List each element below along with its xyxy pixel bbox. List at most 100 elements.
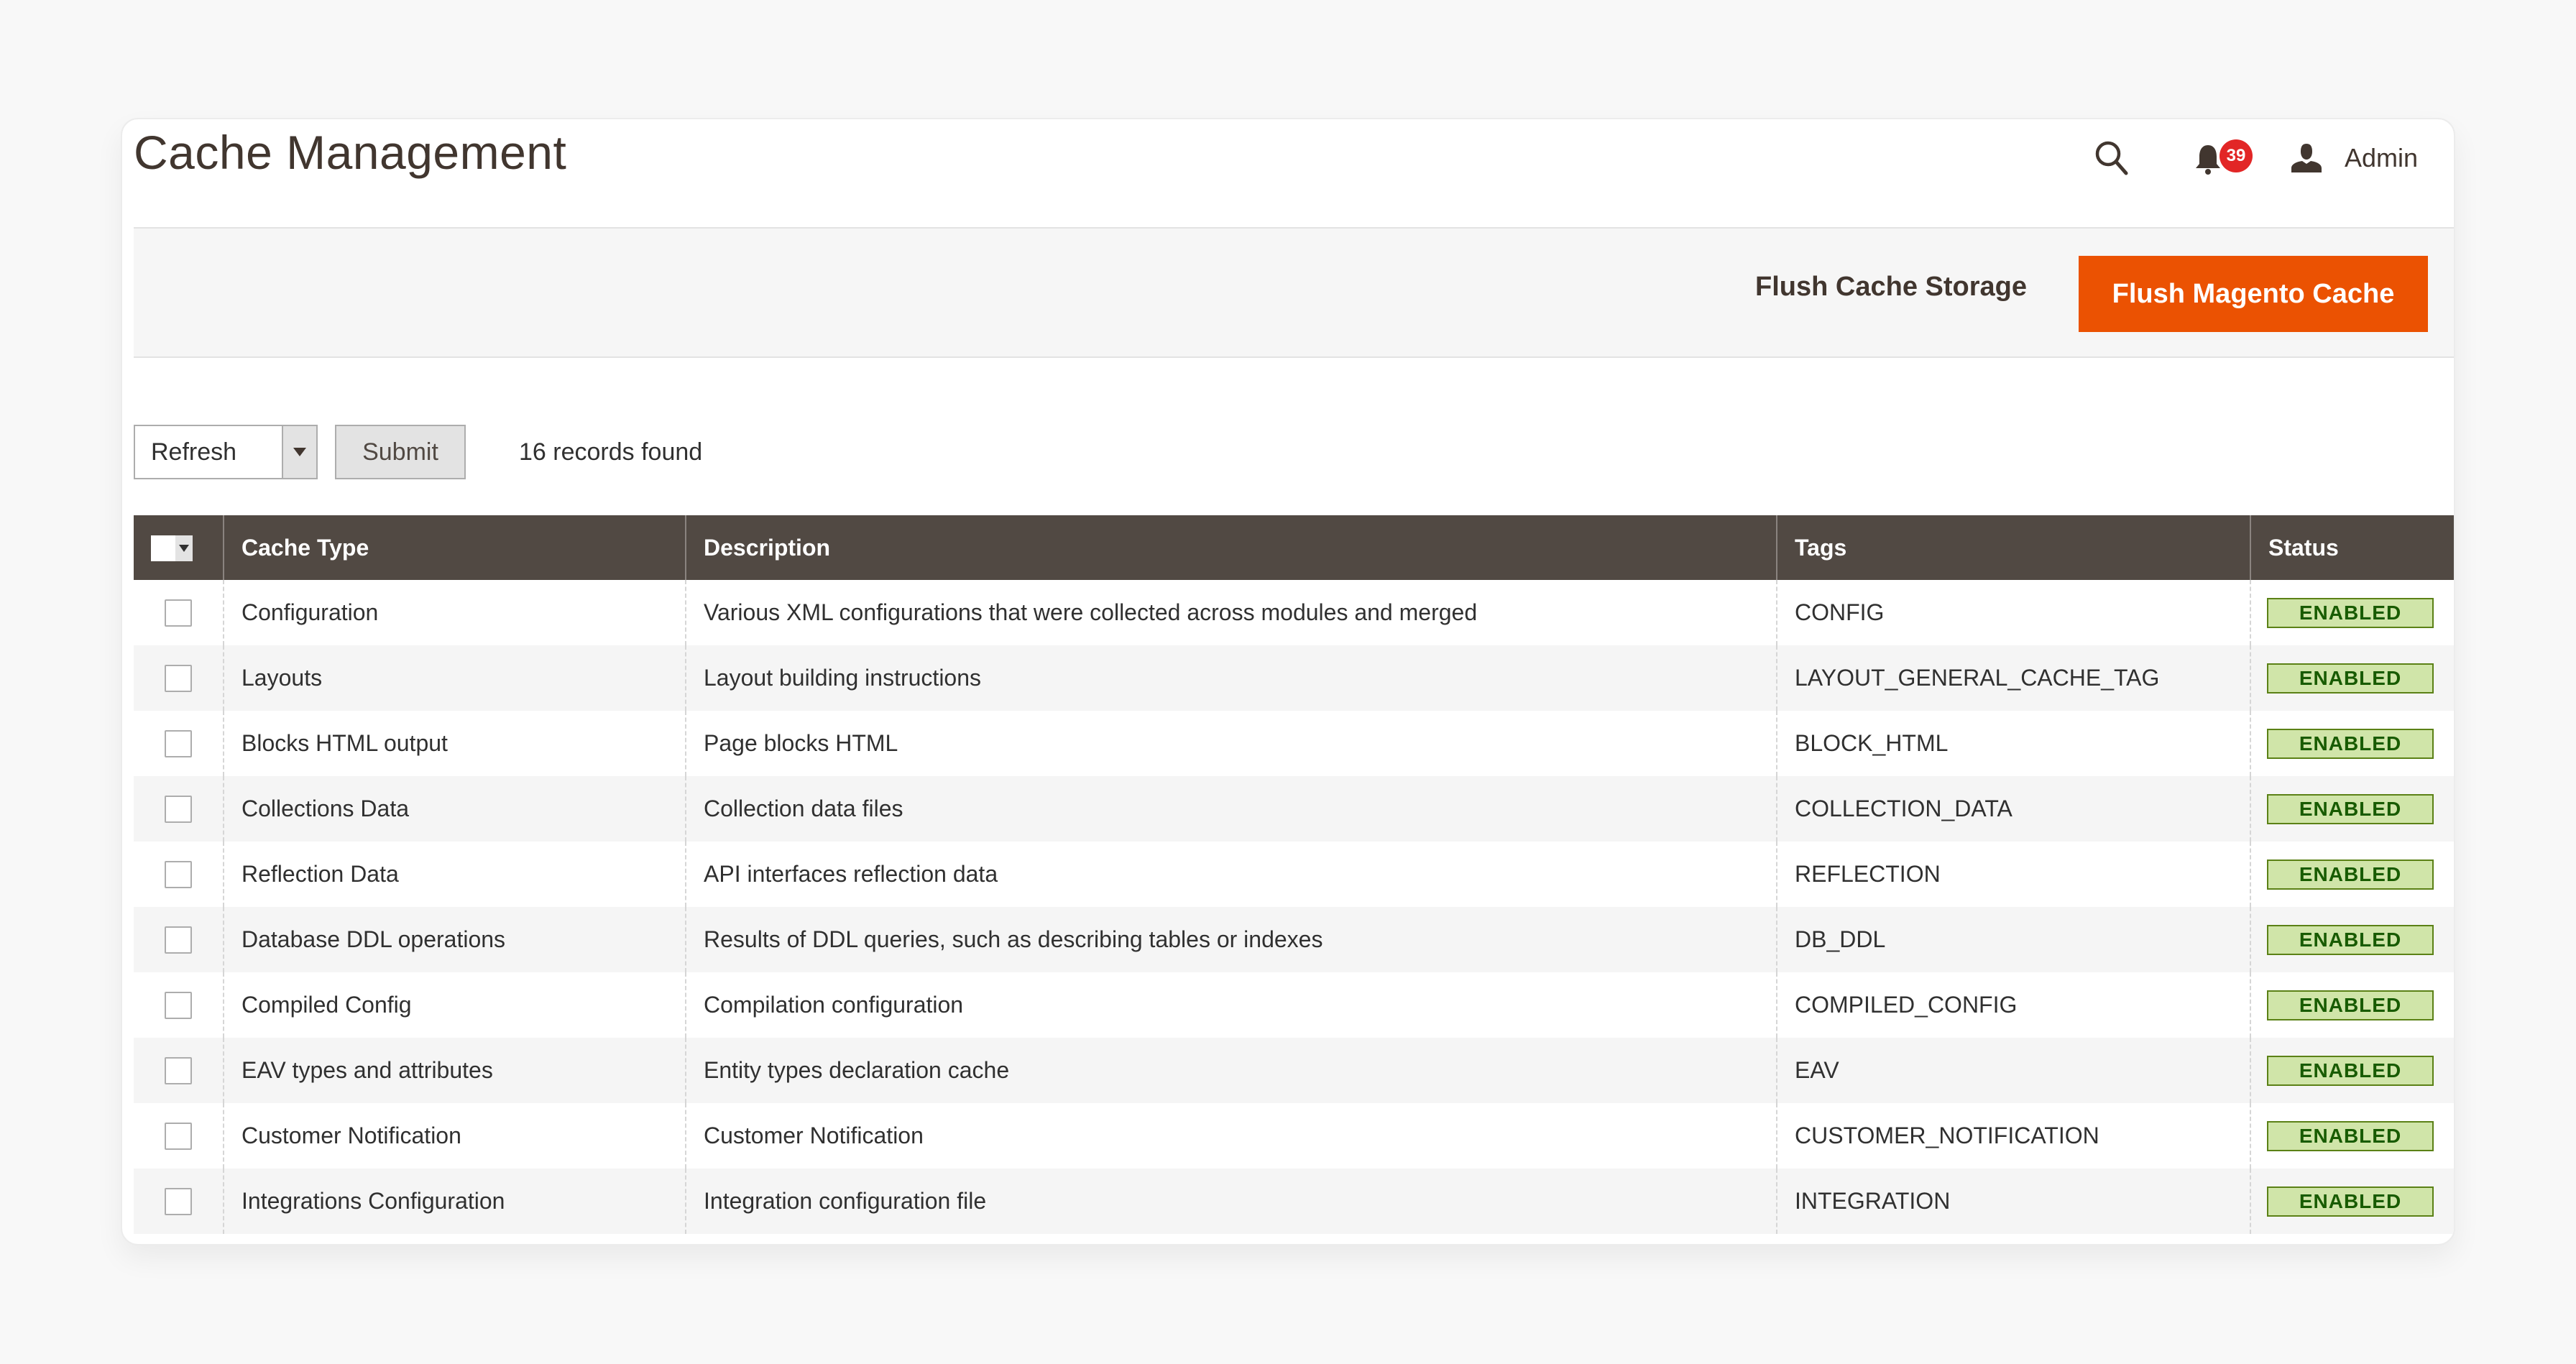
tags-cell: REFLECTION [1776, 842, 2250, 907]
tags-cell: CUSTOMER_NOTIFICATION [1776, 1103, 2250, 1169]
row-checkbox[interactable] [165, 926, 192, 954]
status-cell: ENABLED [2250, 711, 2454, 776]
row-checkbox[interactable] [165, 730, 192, 758]
records-found-count: 16 records found [519, 438, 703, 466]
notification-count-badge: 39 [2219, 139, 2253, 172]
tags-cell: CONFIG [1776, 580, 2250, 645]
caret-down-icon [179, 545, 189, 553]
status-cell: ENABLED [2250, 972, 2454, 1038]
tags-cell: LAYOUT_GENERAL_CACHE_TAG [1776, 645, 2250, 711]
row-checkbox[interactable] [165, 1188, 192, 1216]
cache-type-cell: Layouts [223, 645, 686, 711]
column-header-description[interactable]: Description [685, 515, 1777, 580]
status-badge: ENABLED [2267, 990, 2434, 1020]
flush-magento-cache-button[interactable]: Flush Magento Cache [2079, 256, 2428, 332]
grid-body: Configuration Various XML configurations… [134, 580, 2454, 1234]
search-icon [2095, 141, 2128, 175]
row-select-cell [134, 1038, 224, 1103]
table-row: Compiled Config Compilation configuratio… [134, 972, 2454, 1038]
row-checkbox[interactable] [165, 861, 192, 889]
status-cell: ENABLED [2250, 1169, 2454, 1234]
row-select-cell [134, 1169, 224, 1234]
status-badge: ENABLED [2267, 1055, 2434, 1086]
cache-type-cell: EAV types and attributes [223, 1038, 686, 1103]
status-cell: ENABLED [2250, 776, 2454, 842]
row-select-cell [134, 711, 224, 776]
user-menu[interactable]: Admin [2290, 142, 2418, 174]
table-row: Layouts Layout building instructions LAY… [134, 645, 2454, 711]
row-checkbox[interactable] [165, 1057, 192, 1085]
row-select-cell [134, 842, 224, 907]
header-actions: 39 Admin [2090, 122, 2418, 194]
table-row: Collections Data Collection data files C… [134, 776, 2454, 842]
status-badge: ENABLED [2267, 924, 2434, 955]
description-cell: Collection data files [685, 776, 1777, 842]
bell-icon [2195, 145, 2220, 175]
status-cell: ENABLED [2250, 842, 2454, 907]
cache-type-cell: Integrations Configuration [223, 1169, 686, 1234]
massaction-selected-value: Refresh [151, 438, 237, 466]
description-cell: Results of DDL queries, such as describi… [685, 907, 1777, 972]
search-button[interactable] [2090, 137, 2133, 180]
description-cell: Entity types declaration cache [685, 1038, 1777, 1103]
row-checkbox[interactable] [165, 796, 192, 824]
cache-type-cell: Blocks HTML output [223, 711, 686, 776]
massaction-toolbar: Refresh Submit 16 records found [134, 425, 702, 479]
cache-type-cell: Compiled Config [223, 972, 686, 1038]
row-checkbox[interactable] [165, 1123, 192, 1151]
status-cell: ENABLED [2250, 1103, 2454, 1169]
table-row: Customer Notification Customer Notificat… [134, 1103, 2454, 1169]
status-badge: ENABLED [2267, 859, 2434, 890]
status-cell: ENABLED [2250, 1038, 2454, 1103]
row-checkbox[interactable] [165, 665, 192, 693]
massaction-dropdown-toggle[interactable] [282, 426, 316, 478]
page-title: Cache Management [134, 126, 567, 179]
description-cell: Customer Notification [685, 1103, 1777, 1169]
description-cell: Compilation configuration [685, 972, 1777, 1038]
status-badge: ENABLED [2267, 728, 2434, 759]
select-all-header [134, 515, 224, 580]
row-select-cell [134, 972, 224, 1038]
status-cell: ENABLED [2250, 645, 2454, 711]
tags-cell: COLLECTION_DATA [1776, 776, 2250, 842]
massaction-select[interactable]: Refresh [134, 425, 318, 479]
mass-select-checkbox[interactable] [151, 535, 193, 562]
status-cell: ENABLED [2250, 907, 2454, 972]
page-actions-bar: Flush Cache Storage Flush Magento Cache [134, 227, 2454, 358]
row-select-cell [134, 907, 224, 972]
tags-cell: BLOCK_HTML [1776, 711, 2250, 776]
description-cell: Page blocks HTML [685, 711, 1777, 776]
row-checkbox[interactable] [165, 599, 192, 627]
caret-down-icon [293, 448, 306, 456]
cache-type-cell: Collections Data [223, 776, 686, 842]
column-header-cache-type[interactable]: Cache Type [223, 515, 686, 580]
row-select-cell [134, 776, 224, 842]
description-cell: Various XML configurations that were col… [685, 580, 1777, 645]
table-row: Integrations Configuration Integration c… [134, 1169, 2454, 1234]
row-select-cell [134, 645, 224, 711]
cache-type-cell: Customer Notification [223, 1103, 686, 1169]
page-header: Cache Management 39 Admin [122, 119, 2454, 227]
description-cell: API interfaces reflection data [685, 842, 1777, 907]
admin-window: Cache Management 39 Admin Flush Cache St… [121, 118, 2455, 1245]
status-badge: ENABLED [2267, 1186, 2434, 1217]
mass-select-dropdown[interactable] [175, 535, 193, 562]
row-checkbox[interactable] [165, 992, 192, 1020]
select-all-box[interactable] [151, 535, 175, 562]
notifications-button[interactable]: 39 [2195, 137, 2253, 180]
cache-type-cell: Reflection Data [223, 842, 686, 907]
user-name: Admin [2344, 143, 2418, 172]
description-cell: Integration configuration file [685, 1169, 1777, 1234]
tags-cell: EAV [1776, 1038, 2250, 1103]
submit-button[interactable]: Submit [335, 425, 466, 479]
flush-cache-storage-button[interactable]: Flush Cache Storage [1755, 272, 2027, 303]
column-header-status[interactable]: Status [2250, 515, 2454, 580]
table-row: Database DDL operations Results of DDL q… [134, 907, 2454, 972]
tags-cell: COMPILED_CONFIG [1776, 972, 2250, 1038]
cache-type-cell: Database DDL operations [223, 907, 686, 972]
column-header-tags[interactable]: Tags [1776, 515, 2250, 580]
status-badge: ENABLED [2267, 1120, 2434, 1151]
tags-cell: DB_DDL [1776, 907, 2250, 972]
status-badge: ENABLED [2267, 663, 2434, 693]
cache-type-cell: Configuration [223, 580, 686, 645]
